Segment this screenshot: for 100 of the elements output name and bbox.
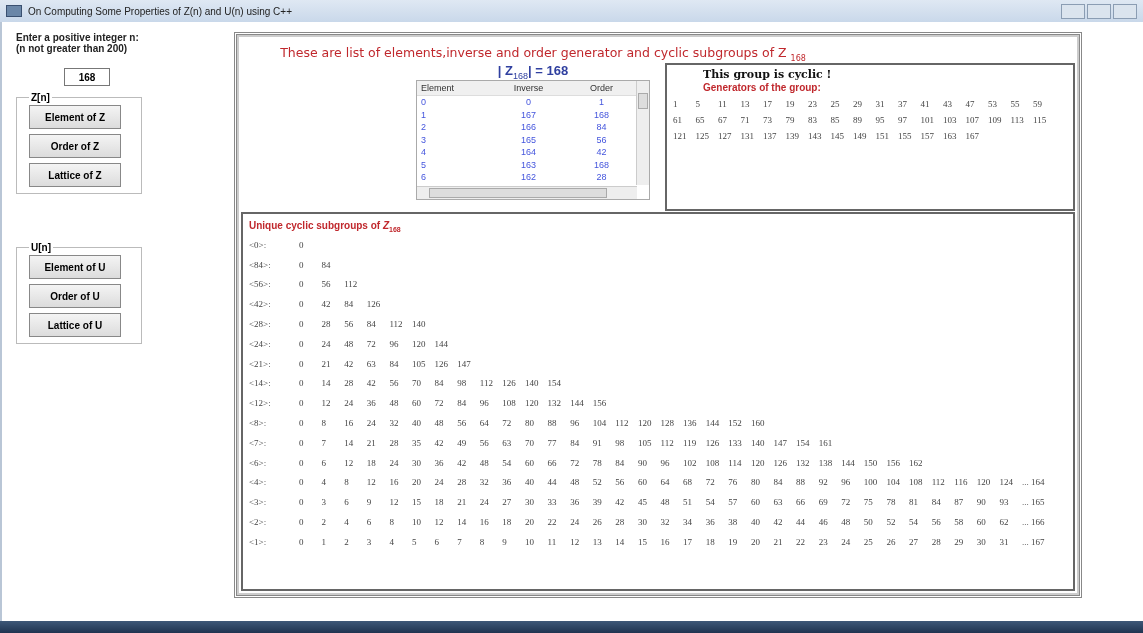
subgroup-element: 154 — [547, 378, 563, 389]
generator-number: 73 — [763, 114, 773, 127]
column-header[interactable]: Inverse — [491, 83, 566, 94]
generators-title: Generators of the group: — [703, 82, 822, 93]
subgroup-element: 66 — [796, 497, 807, 508]
subgroup-label: <21>: — [249, 358, 272, 369]
action-button[interactable]: Order of U — [29, 284, 121, 308]
subgroup-element: 84 — [457, 398, 468, 409]
subgroup-label: <6>: — [249, 457, 268, 468]
subgroup-element: 133 — [728, 437, 743, 448]
subgroup-element: 56 — [389, 378, 400, 389]
subgroup-label: <0>: — [249, 239, 268, 250]
generator-number: 157 — [920, 130, 935, 143]
subgroup-label: <7>: — [249, 437, 268, 448]
generator-number: 127 — [718, 130, 733, 143]
close-button[interactable] — [1113, 3, 1137, 19]
subgroup-element: 60 — [976, 517, 987, 528]
subgroup-element: 161 — [818, 437, 834, 448]
subgroup-element: 56 — [321, 279, 332, 290]
subgroup-element: 56 — [479, 437, 490, 448]
subgroup-element: 77 — [547, 437, 558, 448]
subgroup-element: 18 — [502, 517, 513, 528]
table-cell-text: 4 — [420, 147, 427, 158]
subgroup-element: 120 — [750, 457, 766, 468]
subgroup-label: <4>: — [249, 477, 268, 488]
subgroup-element: 0 — [299, 378, 305, 389]
subgroup-label: <2>: — [249, 517, 268, 528]
table-cell-text: 167 — [520, 109, 537, 120]
subgroup-element: 108 — [909, 477, 924, 488]
subgroup-element: 15 — [637, 536, 648, 547]
subgroup-element: 152 — [728, 418, 743, 429]
subgroup-label: <1>: — [249, 536, 268, 547]
action-button[interactable]: Element of U — [29, 255, 121, 279]
vertical-scrollbar[interactable] — [636, 81, 649, 186]
subgroup-element: 0 — [299, 358, 305, 369]
subgroup-element: 48 — [660, 497, 671, 508]
generator-number: 71 — [740, 114, 751, 127]
subgroup-element: 31 — [999, 536, 1010, 547]
subgroup-element: ... 167 — [1022, 536, 1045, 547]
generator-number: 149 — [853, 130, 868, 143]
subgroup-element: 54 — [502, 457, 513, 468]
subgroup-element: 42 — [773, 517, 784, 528]
subgroup-element: 64 — [479, 418, 490, 429]
subgroup-element: 56 — [615, 477, 626, 488]
subgroup-element: 50 — [863, 517, 874, 528]
subgroup-element: 42 — [321, 299, 332, 310]
generator-number: 145 — [830, 130, 845, 143]
subgroup-element: 36 — [434, 457, 445, 468]
table-cell-text: 56 — [595, 134, 608, 145]
subgroup-element: 78 — [886, 497, 897, 508]
generator-number: 55 — [1010, 98, 1021, 111]
subgroup-element: 24 — [841, 536, 852, 547]
subgroup-element: 144 — [570, 398, 585, 409]
horizontal-scrollbar[interactable] — [417, 186, 637, 200]
subgroup-element: 20 — [411, 477, 422, 488]
action-button[interactable]: Order of Z — [29, 134, 121, 158]
subgroup-element: 23 — [818, 536, 829, 547]
generator-number: 163 — [943, 130, 958, 143]
subgroup-element: 22 — [796, 536, 807, 547]
minimize-button[interactable] — [1061, 3, 1085, 19]
subgroup-element: 21 — [457, 497, 468, 508]
subgroup-element: 120 — [976, 477, 992, 488]
subgroup-element: 56 — [344, 319, 355, 330]
table-cell-text: 163 — [520, 159, 537, 170]
subgroup-element: ... 165 — [1022, 497, 1045, 508]
subgroups-title: Unique cyclic subgroups of Z$_{168}$ — [249, 220, 402, 233]
subgroup-element: 162 — [909, 457, 924, 468]
subgroup-element: 28 — [615, 517, 626, 528]
generator-number: 59 — [1033, 98, 1043, 111]
subgroup-element: 91 — [592, 437, 603, 448]
generator-number: 29 — [853, 98, 863, 111]
column-header[interactable]: Element — [417, 83, 491, 94]
action-button[interactable]: Element of Z — [29, 105, 121, 129]
subgroup-element: 39 — [592, 497, 603, 508]
subgroup-element: 49 — [457, 437, 468, 448]
subgroup-element: 28 — [457, 477, 468, 488]
subgroup-element: 92 — [818, 477, 829, 488]
subgroup-element: 28 — [389, 437, 400, 448]
subgroup-element: 66 — [547, 457, 558, 468]
subgroup-element: 96 — [660, 457, 671, 468]
generator-number: 85 — [830, 114, 841, 127]
subgroup-element: 0 — [299, 398, 305, 409]
subgroup-element: 84 — [321, 259, 332, 270]
subgroup-element: 84 — [344, 299, 355, 310]
subgroup-element: 14 — [457, 517, 468, 528]
maximize-button[interactable] — [1087, 3, 1111, 19]
number-field[interactable]: 168 — [64, 68, 110, 86]
subgroup-element: 27 — [502, 497, 513, 508]
generator-number: 67 — [718, 114, 728, 127]
action-button[interactable]: Lattice of Z — [29, 163, 121, 187]
subgroup-element: 60 — [411, 398, 422, 409]
subgroup-element: 19 — [728, 536, 739, 547]
action-button[interactable]: Lattice of U — [29, 313, 121, 337]
subgroup-element: 84 — [366, 319, 377, 330]
column-header[interactable]: Order — [566, 83, 637, 94]
generator-number: 151 — [875, 130, 890, 143]
subgroup-element: 22 — [547, 517, 558, 528]
subgroup-element: 42 — [366, 378, 377, 389]
subgroup-label: <3>: — [249, 497, 268, 508]
subgroup-element: 120 — [524, 398, 540, 409]
